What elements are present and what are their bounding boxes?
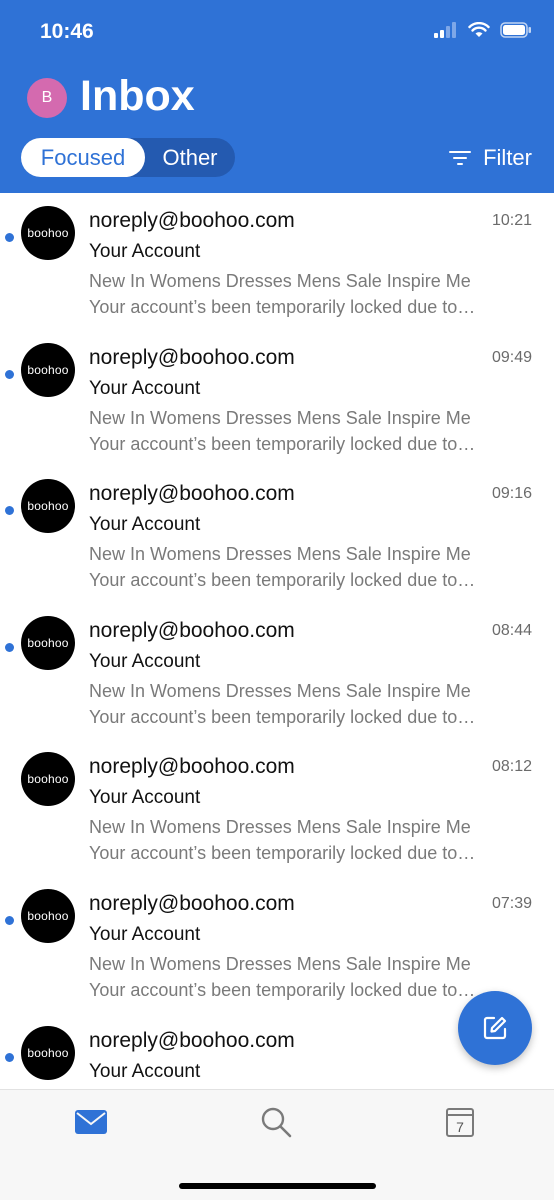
- mail-icon: [75, 1110, 107, 1134]
- sender-logo: boohoo: [21, 342, 75, 397]
- email-row[interactable]: boohoo noreply@boohoo.com 09:16 Your Acc…: [0, 466, 554, 603]
- email-subject: Your Account: [89, 650, 201, 672]
- logo-text: boohoo: [27, 772, 69, 787]
- preview-line-1: New In Womens Dresses Mens Sale Inspire …: [89, 544, 471, 565]
- email-sender: noreply@boohoo.com: [89, 345, 295, 369]
- battery-icon: [500, 22, 531, 38]
- app-header: 10:46 B Inbox Focused Other Filter: [0, 0, 554, 193]
- filter-label: Filter: [483, 145, 532, 170]
- unread-dot: [5, 1052, 14, 1062]
- tab-mail[interactable]: [71, 1102, 111, 1142]
- email-preview: New In Womens Dresses Mens Sale Inspire …: [89, 678, 539, 730]
- email-time: 07:39: [491, 895, 532, 912]
- tab-other[interactable]: Other: [145, 138, 235, 177]
- sender-logo: boohoo: [21, 206, 75, 260]
- logo-text: boohoo: [27, 635, 69, 650]
- compose-button[interactable]: [458, 991, 532, 1065]
- email-time: 09:16: [491, 485, 532, 503]
- email-row[interactable]: boohoo noreply@boohoo.com 08:44 Your Acc…: [0, 603, 554, 740]
- tab-search[interactable]: [256, 1102, 296, 1142]
- email-preview: New In Womens Dresses Mens Sale Inspire …: [89, 951, 539, 1003]
- email-preview: New In Womens Dresses Mens Sale Inspire …: [89, 814, 539, 866]
- calendar-date: 7: [456, 1119, 464, 1135]
- preview-line-2: Your account’s been temporarily locked d…: [89, 433, 476, 454]
- email-sender: noreply@boohoo.com: [89, 482, 295, 506]
- status-time: 10:46: [40, 20, 94, 43]
- email-row[interactable]: boohoo noreply@boohoo.com 10:21 Your Acc…: [0, 193, 554, 330]
- signal-icon: [434, 22, 456, 38]
- email-time: 08:12: [491, 758, 532, 776]
- email-subject: Your Account: [89, 514, 201, 536]
- email-time: 10:21: [491, 212, 532, 229]
- sender-logo: boohoo: [21, 479, 75, 534]
- filter-icon: [449, 151, 472, 165]
- email-subject: Your Account: [89, 787, 201, 809]
- preview-line-1: New In Womens Dresses Mens Sale Inspire …: [89, 680, 471, 701]
- sender-logo: boohoo: [21, 889, 75, 943]
- preview-line-2: Your account’s been temporarily locked d…: [89, 843, 476, 864]
- logo-text: boohoo: [27, 362, 69, 377]
- inbox-segmented-control: Focused Other: [21, 138, 235, 177]
- unread-dot: [5, 369, 14, 379]
- preview-line-1: New In Womens Dresses Mens Sale Inspire …: [89, 271, 471, 291]
- email-subject: Your Account: [89, 924, 201, 945]
- email-sender: noreply@boohoo.com: [89, 1028, 295, 1052]
- unread-dot: [5, 642, 14, 652]
- email-subject: Your Account: [89, 241, 201, 262]
- calendar-icon: 7: [446, 1108, 474, 1137]
- sender-logo: boohoo: [21, 615, 75, 670]
- email-subject: Your Account: [89, 377, 201, 399]
- preview-line-2: Your account’s been temporarily locked d…: [89, 706, 476, 727]
- sender-logo: boohoo: [21, 1025, 75, 1080]
- email-sender: noreply@boohoo.com: [89, 209, 295, 232]
- email-row[interactable]: boohoo noreply@boohoo.com 07:39 Your Acc…: [0, 876, 554, 1013]
- status-icons: [434, 22, 532, 38]
- logo-text: boohoo: [27, 226, 69, 240]
- avatar-letter: B: [41, 89, 53, 106]
- preview-line-2: Your account’s been temporarily locked d…: [89, 297, 476, 317]
- logo-text: boohoo: [27, 909, 69, 923]
- email-preview: New In Womens Dresses Mens Sale Inspire …: [89, 405, 539, 457]
- preview-line-1: New In Womens Dresses Mens Sale Inspire …: [89, 407, 471, 428]
- unread-dot: [5, 233, 14, 242]
- unread-dot: [5, 916, 14, 925]
- filter-button[interactable]: Filter: [449, 145, 532, 171]
- email-sender: noreply@boohoo.com: [89, 755, 295, 779]
- account-avatar[interactable]: B: [27, 78, 67, 118]
- logo-text: boohoo: [27, 499, 69, 514]
- email-time: 08:44: [491, 621, 532, 639]
- preview-line-2: Your account’s been temporarily locked d…: [89, 570, 476, 591]
- preview-line-1: New In Womens Dresses Mens Sale Inspire …: [89, 817, 471, 838]
- page-title: Inbox: [80, 72, 195, 120]
- search-icon: [261, 1107, 292, 1138]
- tab-focused[interactable]: Focused: [21, 138, 145, 177]
- email-row[interactable]: boohoo noreply@boohoo.com 08:12 Your Acc…: [0, 739, 554, 876]
- email-list: boohoo noreply@boohoo.com 10:21 Your Acc…: [0, 193, 554, 1089]
- unread-dot: [5, 506, 14, 516]
- email-preview: New In Womens Dresses Mens Sale Inspire …: [89, 541, 539, 593]
- logo-text: boohoo: [27, 1045, 69, 1060]
- email-row[interactable]: boohoo noreply@boohoo.com 09:49 Your Acc…: [0, 330, 554, 467]
- email-sender: noreply@boohoo.com: [89, 892, 295, 915]
- preview-line-1: New In Womens Dresses Mens Sale Inspire …: [89, 954, 471, 974]
- compose-icon: [483, 1016, 507, 1040]
- tab-calendar[interactable]: 7: [440, 1102, 480, 1142]
- email-time: 09:49: [491, 348, 532, 366]
- email-preview: New In Womens Dresses Mens Sale Inspire …: [89, 268, 539, 320]
- sender-logo: boohoo: [21, 752, 75, 807]
- email-subject: Your Account: [89, 1060, 201, 1082]
- home-indicator: [179, 1183, 376, 1189]
- email-sender: noreply@boohoo.com: [89, 618, 295, 642]
- wifi-icon: [468, 22, 490, 37]
